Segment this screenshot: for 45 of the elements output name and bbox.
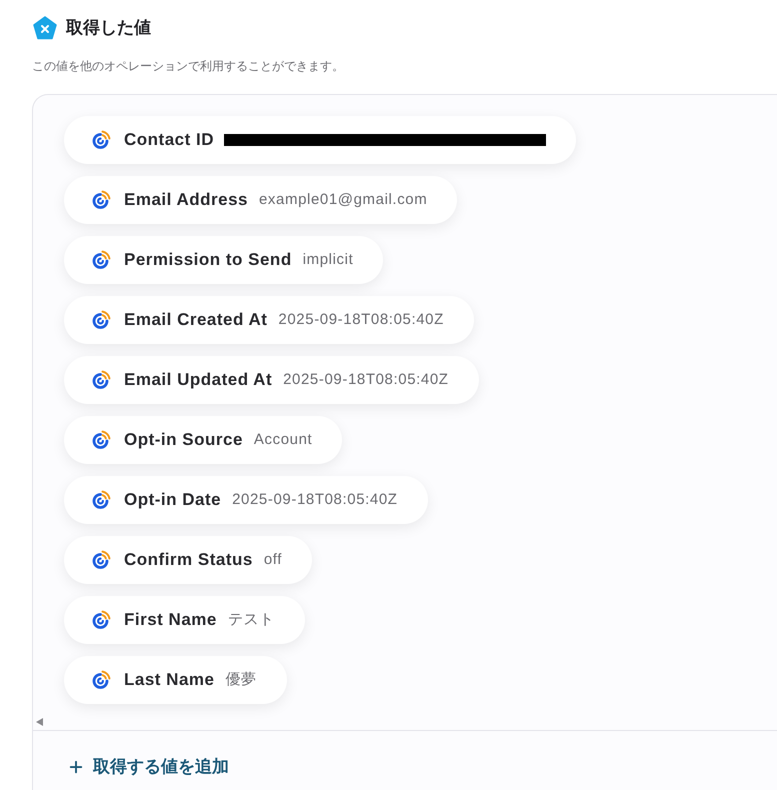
ring-logo-icon: [91, 610, 111, 630]
value-chip[interactable]: Last Name 優夢: [64, 656, 287, 704]
ring-logo-icon: [91, 550, 111, 570]
plus-icon: [67, 758, 85, 776]
value-chip[interactable]: Permission to Send implicit: [64, 236, 384, 284]
field-value: 2025-09-18T08:05:40Z: [283, 370, 449, 390]
field-label: Confirm Status: [124, 549, 253, 571]
ring-logo-icon: [91, 430, 111, 450]
ring-logo-icon: [91, 670, 111, 690]
field-value: implicit: [302, 250, 354, 270]
ring-logo-icon: [91, 370, 111, 390]
field-label: Opt-in Source: [124, 429, 243, 451]
field-label: Permission to Send: [124, 249, 292, 271]
value-chip[interactable]: Contact ID: [64, 116, 576, 164]
add-value-button[interactable]: 取得する値を追加: [67, 756, 229, 778]
value-chip[interactable]: Email Address example01@gmail.com: [64, 176, 458, 224]
field-label: Email Created At: [124, 309, 268, 331]
value-chip[interactable]: Opt-in Date 2025-09-18T08:05:40Z: [64, 476, 428, 524]
field-label: Contact ID: [124, 129, 214, 151]
field-value: Account: [254, 430, 312, 450]
field-label: Email Address: [124, 189, 248, 211]
value-chip[interactable]: Opt-in Source Account: [64, 416, 342, 464]
field-label: Email Updated At: [124, 369, 272, 391]
value-chip[interactable]: Confirm Status off: [64, 536, 312, 584]
field-value: off: [264, 550, 282, 570]
field-value: テスト: [228, 610, 275, 630]
scroll-left-arrow-icon[interactable]: [36, 718, 43, 726]
pentagon-logo-icon: [33, 16, 57, 40]
field-label: Opt-in Date: [124, 489, 222, 511]
section-title: 取得した値: [66, 17, 151, 39]
ring-logo-icon: [91, 310, 111, 330]
value-chip[interactable]: Email Updated At 2025-09-18T08:05:40Z: [64, 356, 479, 404]
field-value: 2025-09-18T08:05:40Z: [278, 310, 444, 330]
section-description: この値を他のオペレーションで利用することができます。: [32, 59, 344, 73]
field-label: First Name: [124, 609, 217, 631]
value-chip[interactable]: First Name テスト: [64, 596, 305, 644]
ring-logo-icon: [91, 130, 111, 150]
ring-logo-icon: [91, 490, 111, 510]
field-label: Last Name: [124, 669, 214, 691]
field-value: 優夢: [225, 670, 257, 690]
ring-logo-icon: [91, 250, 111, 270]
field-value: example01@gmail.com: [258, 190, 428, 210]
value-chip[interactable]: Email Created At 2025-09-18T08:05:40Z: [64, 296, 474, 344]
ring-logo-icon: [91, 190, 111, 210]
field-value: 2025-09-18T08:05:40Z: [232, 490, 398, 510]
